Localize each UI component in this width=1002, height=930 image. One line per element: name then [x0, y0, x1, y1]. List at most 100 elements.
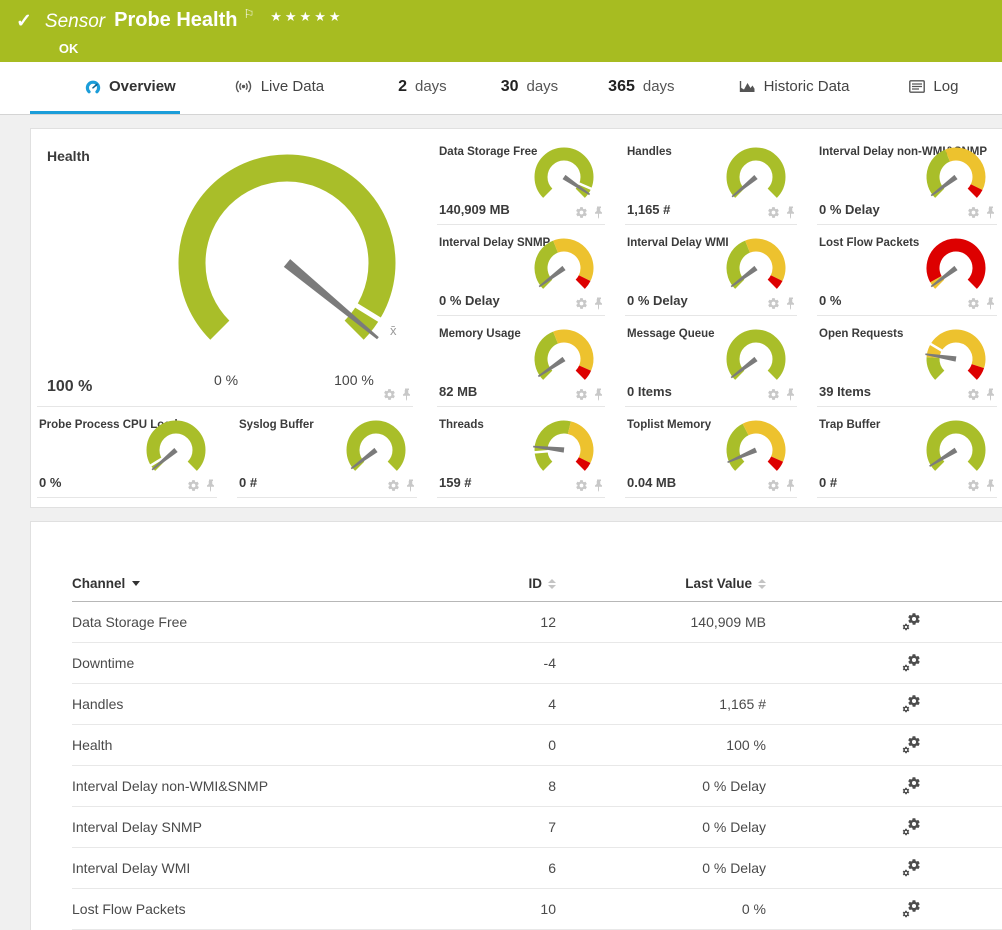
channel-settings-button[interactable]	[902, 735, 922, 755]
gear-icon[interactable]	[187, 479, 200, 492]
area-chart-icon	[739, 80, 756, 93]
gear-icon	[902, 705, 910, 713]
tile-actions	[767, 297, 797, 310]
tab-2-days[interactable]: 2 days	[394, 62, 451, 114]
gear-icon[interactable]	[767, 388, 780, 401]
gauge-value: 0 #	[239, 475, 257, 490]
gauge-value: 0.04 MB	[627, 475, 676, 490]
gear-icon[interactable]	[387, 479, 400, 492]
gauge-value: 1,165 #	[627, 202, 670, 217]
tab-overview[interactable]: Overview	[30, 62, 180, 114]
gear-icon[interactable]	[383, 388, 396, 401]
gear-icon[interactable]	[967, 388, 980, 401]
tile-actions	[967, 206, 997, 219]
gear-icon[interactable]	[575, 388, 588, 401]
channel-name[interactable]: Lost Flow Packets	[72, 901, 406, 917]
gauge-title: Data Storage Free	[439, 146, 537, 158]
pin-icon[interactable]	[785, 297, 797, 310]
pin-icon[interactable]	[401, 388, 413, 401]
gauge-value: 0 % Delay	[439, 293, 500, 308]
gauge-tile: Data Storage Free 140,909 MB	[437, 134, 605, 225]
gauge-chart	[719, 236, 795, 302]
gauge-chart	[339, 418, 415, 484]
table-row: Interval Delay SNMP 7 0 % Delay	[72, 807, 1002, 848]
gauge-value: 0 % Delay	[819, 202, 880, 217]
channel-settings-button[interactable]	[902, 612, 922, 632]
channel-name[interactable]: Data Storage Free	[72, 614, 406, 630]
gear-icon[interactable]	[575, 479, 588, 492]
gear-icon[interactable]	[967, 479, 980, 492]
tab-label: Overview	[109, 78, 176, 95]
sensor-banner: ✓ Sensor Probe Health ⚐ ★★★★★ OK	[0, 0, 1002, 62]
gear-icon[interactable]	[575, 206, 588, 219]
pin-icon[interactable]	[593, 479, 605, 492]
channel-settings-button[interactable]	[902, 899, 922, 919]
gauge-value: 0 Items	[627, 384, 672, 399]
pin-icon[interactable]	[593, 206, 605, 219]
tile-actions	[575, 388, 605, 401]
priority-stars[interactable]: ★★★★★	[270, 9, 343, 25]
gear-icon[interactable]	[767, 297, 780, 310]
gauge-title: Interval Delay WMI	[627, 237, 729, 249]
column-header-last-value[interactable]: Last Value	[556, 576, 766, 591]
channel-last-value: 0 % Delay	[556, 860, 766, 876]
pin-icon[interactable]	[985, 206, 997, 219]
gauge-chart	[719, 145, 795, 211]
gear-icon[interactable]	[767, 479, 780, 492]
gear-icon	[902, 664, 910, 672]
channel-settings-button[interactable]	[902, 776, 922, 796]
tab-historic-data[interactable]: Historic Data	[735, 62, 854, 114]
tile-actions	[767, 388, 797, 401]
gauge-tile: Interval Delay non-WMI&SNMP 0 % Delay	[817, 134, 997, 225]
tile-actions	[767, 479, 797, 492]
channel-settings-button[interactable]	[902, 653, 922, 673]
pin-icon[interactable]	[205, 479, 217, 492]
channel-id: 6	[406, 860, 556, 876]
tab-30-days[interactable]: 30 days	[497, 62, 562, 114]
column-header-id[interactable]: ID	[406, 576, 556, 591]
table-row: Data Storage Free 12 140,909 MB	[72, 602, 1002, 643]
priority-flag-icon[interactable]: ⚐	[243, 7, 254, 21]
channel-name[interactable]: Interval Delay SNMP	[72, 819, 406, 835]
tab-live-data[interactable]: Live Data	[230, 62, 328, 114]
channel-name[interactable]: Interval Delay non-WMI&SNMP	[72, 778, 406, 794]
gear-icon[interactable]	[575, 297, 588, 310]
table-row: Health 0 100 %	[72, 725, 1002, 766]
pin-icon[interactable]	[593, 388, 605, 401]
tile-actions	[575, 206, 605, 219]
gear-icon[interactable]	[767, 206, 780, 219]
channel-name[interactable]: Downtime	[72, 655, 406, 671]
tab-label: days	[415, 78, 447, 95]
gear-icon[interactable]	[967, 297, 980, 310]
gauge-tile: Lost Flow Packets 0 %	[817, 225, 997, 316]
tab-365-days[interactable]: 365 days	[604, 62, 678, 114]
tile-actions	[767, 206, 797, 219]
tab-log[interactable]: Log	[905, 62, 962, 114]
health-gauge-tile: Health x̄ 0 % 100 % 100 %	[37, 134, 413, 407]
pin-icon[interactable]	[985, 297, 997, 310]
tile-actions	[967, 297, 997, 310]
tab-label: Historic Data	[764, 78, 850, 95]
channel-settings-button[interactable]	[902, 858, 922, 878]
channel-name[interactable]: Interval Delay WMI	[72, 860, 406, 876]
pin-icon[interactable]	[405, 479, 417, 492]
pin-icon[interactable]	[785, 479, 797, 492]
channel-name[interactable]: Handles	[72, 696, 406, 712]
gear-icon	[902, 869, 910, 877]
gauge-chart	[527, 236, 603, 302]
pin-icon[interactable]	[593, 297, 605, 310]
pin-icon[interactable]	[985, 479, 997, 492]
channel-last-value: 0 %	[556, 901, 766, 917]
pin-icon[interactable]	[785, 388, 797, 401]
channel-settings-button[interactable]	[902, 694, 922, 714]
channel-id: 7	[406, 819, 556, 835]
average-marker-label: x̄	[390, 323, 397, 338]
channel-settings-button[interactable]	[902, 817, 922, 837]
column-header-channel[interactable]: Channel	[72, 576, 406, 591]
channel-name[interactable]: Health	[72, 737, 406, 753]
pin-icon[interactable]	[785, 206, 797, 219]
gear-icon[interactable]	[967, 206, 980, 219]
pin-icon[interactable]	[985, 388, 997, 401]
gauge-value: 39 Items	[819, 384, 871, 399]
tile-actions	[575, 479, 605, 492]
